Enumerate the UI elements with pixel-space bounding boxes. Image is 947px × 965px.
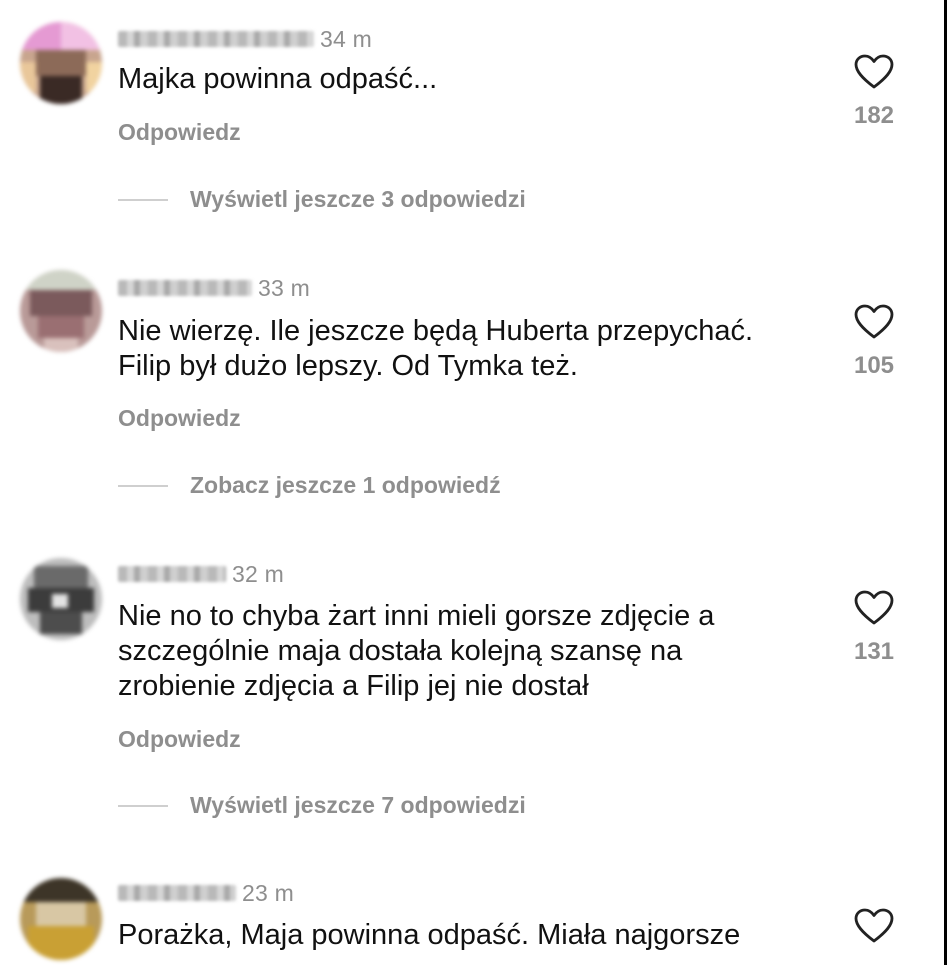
heart-outline-icon[interactable] (854, 590, 894, 626)
comment-meta: 33 m (118, 273, 310, 303)
username[interactable] (118, 31, 314, 47)
avatar[interactable] (20, 270, 102, 352)
comment-time: 23 m (242, 879, 294, 906)
comment-meta: 23 m (118, 878, 294, 908)
view-more-replies[interactable]: Wyświetl jeszcze 7 odpowiedzi (118, 792, 526, 819)
reply-button[interactable]: Odpowiedz (118, 119, 241, 146)
comment-text-line: Filip był dużo lepszy. Od Tymka też. (118, 350, 578, 382)
replies-divider (118, 198, 168, 201)
comment-meta: 34 m (118, 24, 372, 54)
comment-text-line: Nie wierzę. Ile jeszcze będą Huberta prz… (118, 315, 754, 347)
like-count: 105 (853, 352, 895, 379)
username[interactable] (118, 280, 252, 296)
avatar[interactable] (20, 878, 102, 960)
comment-text: Nie no to chyba żart inni mieli gorsze z… (118, 599, 838, 704)
like-control: 131 (839, 590, 909, 666)
like-control: 105 (839, 304, 909, 380)
comment-text-line: Nie no to chyba żart inni mieli gorsze z… (118, 600, 715, 632)
reply-button[interactable]: Odpowiedz (118, 405, 241, 432)
like-control (839, 908, 909, 944)
heart-outline-icon[interactable] (854, 304, 894, 340)
username[interactable] (118, 885, 236, 901)
comment-time: 32 m (232, 560, 284, 587)
comment-text: Majka powinna odpaść... (118, 62, 838, 97)
view-more-replies-label: Zobacz jeszcze 1 odpowiedź (190, 472, 501, 498)
comment-text-line: Majka powinna odpaść... (118, 63, 438, 95)
comment-time: 34 m (320, 25, 372, 52)
comment-text-line: zrobienie zdjęcia a Filip jej nie dostał (118, 670, 589, 702)
view-more-replies[interactable]: Zobacz jeszcze 1 odpowiedź (118, 472, 501, 499)
avatar[interactable] (20, 558, 102, 640)
comment-text: Nie wierzę. Ile jeszcze będą Huberta prz… (118, 314, 838, 384)
view-more-replies-label: Wyświetl jeszcze 3 odpowiedzi (190, 186, 526, 212)
view-more-replies-label: Wyświetl jeszcze 7 odpowiedzi (190, 792, 526, 818)
heart-outline-icon[interactable] (854, 908, 894, 944)
comment-text-line: Porażka, Maja powinna odpaść. Miała najg… (118, 919, 741, 951)
replies-divider (118, 804, 168, 807)
heart-outline-icon[interactable] (854, 54, 894, 90)
comment-text: Porażka, Maja powinna odpaść. Miała najg… (118, 918, 838, 953)
username[interactable] (118, 566, 226, 582)
like-control: 182 (839, 54, 909, 130)
reply-button[interactable]: Odpowiedz (118, 726, 241, 753)
comment-text-line: szczególnie maja dostała kolejną szansę … (118, 635, 683, 667)
like-count: 182 (853, 102, 895, 129)
replies-divider (118, 484, 168, 487)
view-more-replies[interactable]: Wyświetl jeszcze 3 odpowiedzi (118, 186, 526, 213)
comment-time: 33 m (258, 274, 310, 301)
comment-meta: 32 m (118, 559, 284, 589)
avatar[interactable] (20, 22, 102, 104)
like-count: 131 (853, 638, 895, 665)
